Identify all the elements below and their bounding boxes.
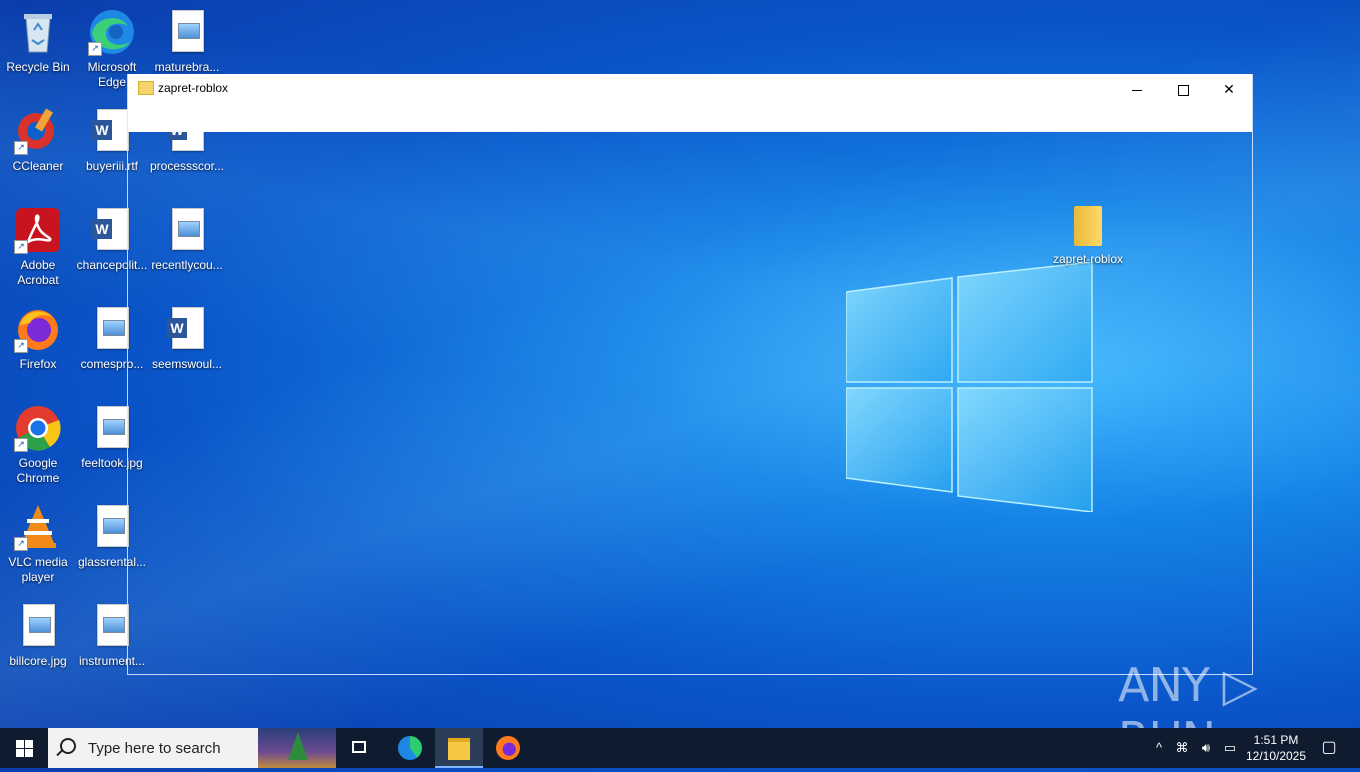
shortcut-arrow-icon: ↗ bbox=[14, 141, 28, 155]
edge-icon: ↗ bbox=[88, 8, 136, 56]
maximize-button[interactable] bbox=[1160, 74, 1206, 104]
image-file-icon bbox=[163, 8, 211, 56]
taskbar: Type here to search ^ ⌘ 🔊︎ ▭ 1:51 PM 12/… bbox=[0, 728, 1360, 768]
desktop-icon-adobe-acrobat[interactable]: ↗ Adobe Acrobat bbox=[0, 206, 76, 288]
clock-date: 12/10/2025 bbox=[1245, 749, 1307, 763]
folder-label: zapret-roblox bbox=[1052, 252, 1124, 266]
chrome-icon: ↗ bbox=[14, 404, 62, 452]
desktop-icon-vlc[interactable]: ↗ VLC media player bbox=[0, 503, 76, 585]
notification-icon: ▢ bbox=[1321, 739, 1337, 756]
desktop-icon-billcore[interactable]: billcore.jpg bbox=[0, 602, 76, 669]
acrobat-icon: ↗ bbox=[14, 206, 62, 254]
taskbar-search-box[interactable]: Type here to search bbox=[48, 728, 336, 768]
desktop-icon-firefox[interactable]: ↗ Firefox bbox=[0, 305, 76, 372]
desktop-icon-zapret-roblox[interactable]: zapret-roblox bbox=[1050, 206, 1126, 266]
taskbar-edge-button[interactable] bbox=[386, 728, 434, 768]
recycle-bin-icon bbox=[14, 8, 62, 56]
shortcut-arrow-icon: ↗ bbox=[88, 42, 102, 56]
task-view-button[interactable] bbox=[336, 728, 384, 768]
shortcut-arrow-icon: ↗ bbox=[14, 438, 28, 452]
show-hidden-icons-button[interactable]: ^ bbox=[1150, 728, 1168, 768]
window-title: zapret-roblox bbox=[158, 81, 229, 95]
firefox-icon bbox=[496, 736, 520, 760]
close-button[interactable]: ✕ bbox=[1206, 74, 1252, 104]
network-icon[interactable]: ▭ bbox=[1220, 728, 1240, 768]
start-button[interactable] bbox=[0, 728, 48, 768]
desktop-icon-recycle-bin[interactable]: Recycle Bin bbox=[0, 8, 76, 75]
shortcut-arrow-icon: ↗ bbox=[14, 339, 28, 353]
maximize-icon bbox=[1177, 84, 1189, 96]
meet-now-icon[interactable]: ⌘ bbox=[1172, 728, 1192, 768]
firefox-icon: ↗ bbox=[14, 305, 62, 353]
explorer-window[interactable]: zapret-roblox ✕ bbox=[127, 74, 1253, 675]
ccleaner-icon: ↗ bbox=[14, 107, 62, 155]
taskbar-file-explorer-button[interactable] bbox=[435, 728, 483, 768]
shortcut-arrow-icon: ↗ bbox=[14, 537, 28, 551]
search-icon bbox=[60, 738, 76, 754]
desktop-icon-ccleaner[interactable]: ↗ CCleaner bbox=[0, 107, 76, 174]
close-icon: ✕ bbox=[1223, 81, 1235, 97]
notification-center-button[interactable]: ▢ bbox=[1314, 728, 1344, 768]
folder-icon bbox=[138, 81, 154, 95]
minimize-button[interactable] bbox=[1114, 74, 1160, 104]
edge-icon bbox=[398, 736, 422, 760]
chevron-up-icon: ^ bbox=[1155, 740, 1163, 755]
taskbar-clock[interactable]: 1:51 PM 12/10/2025 bbox=[1240, 732, 1312, 772]
image-file-icon bbox=[14, 602, 62, 650]
search-highlight-image bbox=[258, 728, 336, 768]
folder-icon bbox=[1074, 206, 1102, 246]
file-explorer-icon bbox=[448, 738, 470, 760]
search-placeholder: Type here to search bbox=[88, 740, 221, 757]
window-titlebar[interactable]: zapret-roblox ✕ bbox=[128, 74, 1252, 132]
desktop-icon-google-chrome[interactable]: ↗ Google Chrome bbox=[0, 404, 76, 486]
desktop-icon-maturebra[interactable]: maturebra... bbox=[149, 8, 225, 75]
volume-icon[interactable]: 🔊︎ bbox=[1196, 728, 1216, 768]
task-view-icon bbox=[352, 741, 366, 753]
minimize-icon bbox=[1132, 89, 1142, 91]
taskbar-firefox-button[interactable] bbox=[484, 728, 532, 768]
vlc-icon: ↗ bbox=[14, 503, 62, 551]
shortcut-arrow-icon: ↗ bbox=[14, 240, 28, 254]
clock-time: 1:51 PM bbox=[1253, 733, 1299, 747]
